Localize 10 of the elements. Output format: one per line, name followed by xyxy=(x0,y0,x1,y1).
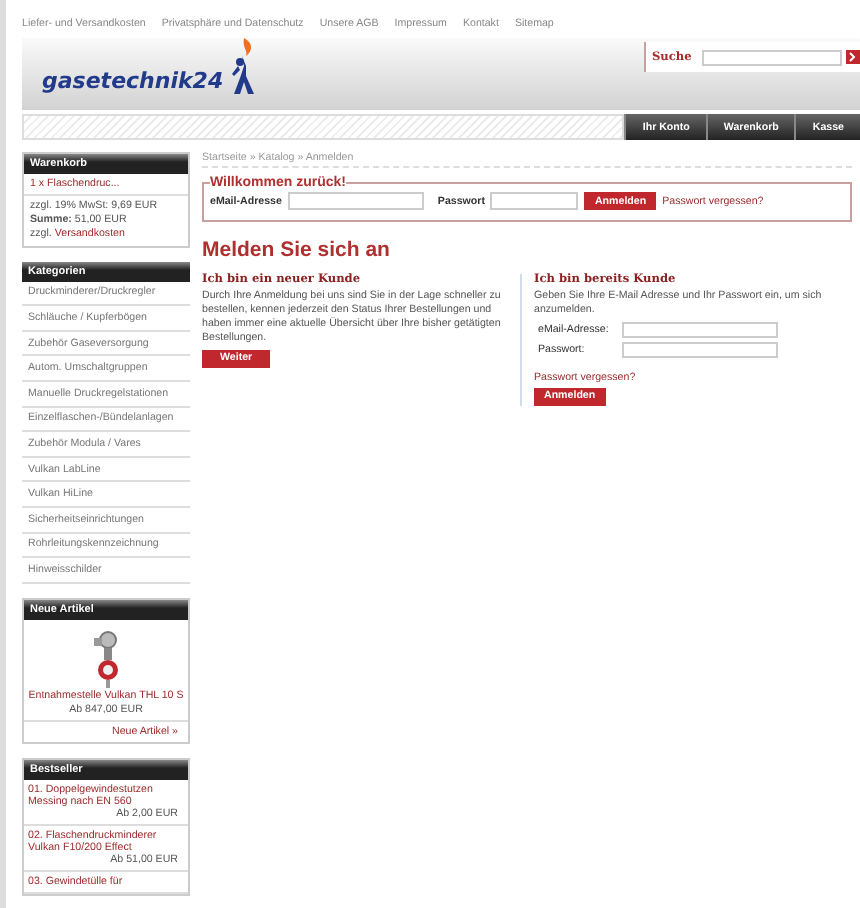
password-field[interactable] xyxy=(622,341,778,358)
torch-figure-icon xyxy=(229,38,258,98)
logo-text: gasetechnik24 xyxy=(42,68,224,94)
page-heading: Melden Sie sich an xyxy=(202,238,392,262)
email-field[interactable] xyxy=(287,192,424,210)
password-field[interactable] xyxy=(490,192,579,210)
email-field[interactable] xyxy=(622,321,778,338)
search-button[interactable] xyxy=(845,50,860,64)
pressure-regulator-drawing xyxy=(92,627,120,688)
search-field[interactable] xyxy=(701,49,842,65)
